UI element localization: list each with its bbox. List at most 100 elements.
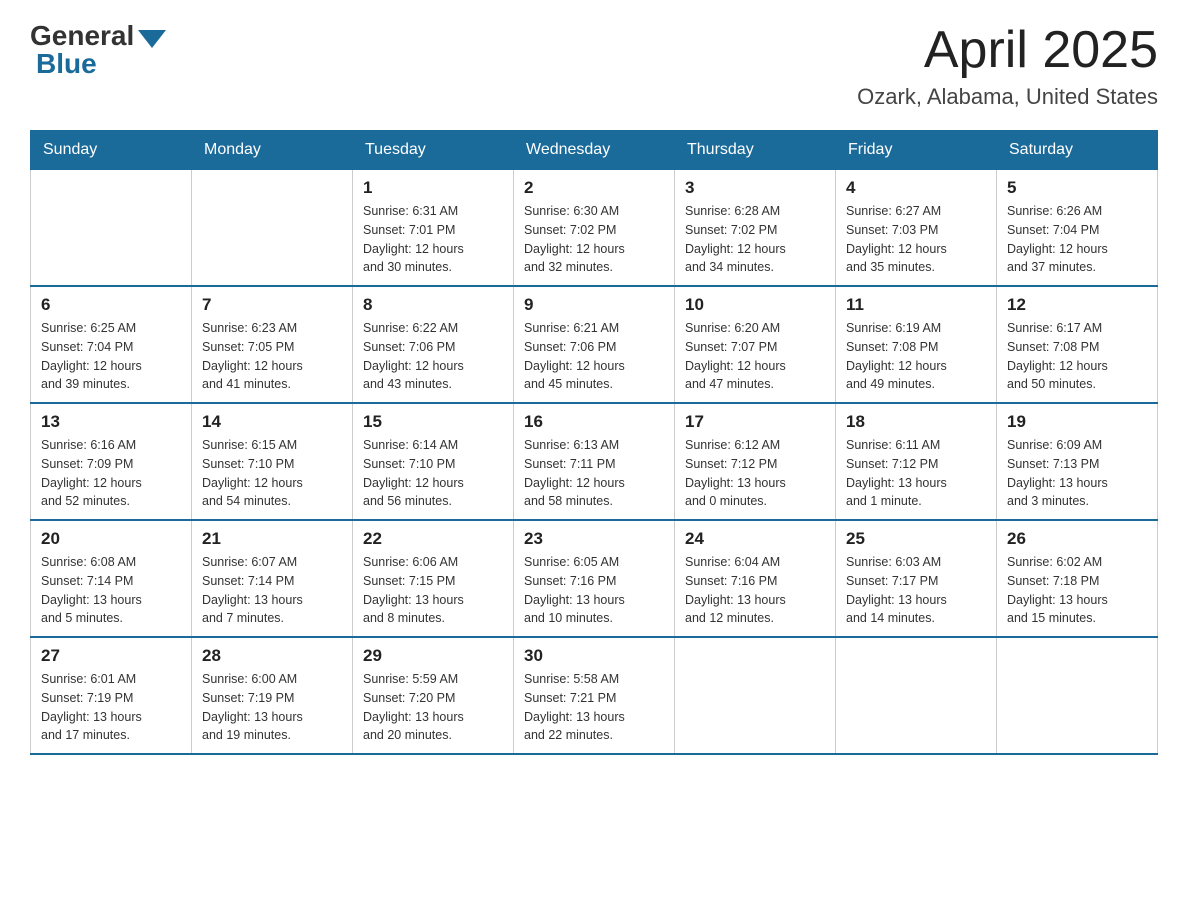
calendar-day-cell — [997, 637, 1158, 754]
calendar-day-cell: 5Sunrise: 6:26 AM Sunset: 7:04 PM Daylig… — [997, 170, 1158, 287]
day-number: 26 — [1007, 529, 1147, 549]
calendar-day-cell: 8 Sunrise: 6:22 AM Sunset: 7:06 PM Daylig… — [353, 286, 514, 403]
day-info: Sunrise: 6:06 AM Sunset: 7:15 PM Dayligh… — [363, 553, 503, 628]
calendar-day-cell: 24 Sunrise: 6:04 AM Sunset: 7:16 PM Dayli… — [675, 520, 836, 637]
day-of-week-header: Saturday — [997, 131, 1158, 170]
day-number: 2 — [524, 178, 664, 198]
day-number: 14 — [202, 412, 342, 432]
day-info: Sunrise: 5:59 AM Sunset: 7:20 PM Dayligh… — [363, 670, 503, 745]
calendar-day-cell: 15 Sunrise: 6:14 AM Sunset: 7:10 PM Dayli… — [353, 403, 514, 520]
day-info: Sunrise: 6:03 AM Sunset: 7:17 PM Dayligh… — [846, 553, 986, 628]
day-info: Sunrise: 6:30 AM Sunset: 7:02 PM Dayligh… — [524, 202, 664, 277]
calendar-day-cell — [31, 170, 192, 287]
day-info: Sunrise: 6:15 AM Sunset: 7:10 PM Dayligh… — [202, 436, 342, 511]
day-info: Sunrise: 6:02 AM Sunset: 7:18 PM Dayligh… — [1007, 553, 1147, 628]
calendar-day-cell: 6 Sunrise: 6:25 AM Sunset: 7:04 PM Daylig… — [31, 286, 192, 403]
day-info: Sunrise: 6:27 AM Sunset: 7:03 PM Dayligh… — [846, 202, 986, 277]
calendar-day-cell — [836, 637, 997, 754]
calendar-day-cell: 26 Sunrise: 6:02 AM Sunset: 7:18 PM Dayli… — [997, 520, 1158, 637]
day-number: 13 — [41, 412, 181, 432]
page-header: General Blue April 2025 Ozark, Alabama, … — [30, 20, 1158, 110]
day-number: 19 — [1007, 412, 1147, 432]
calendar-day-cell: 30 Sunrise: 5:58 AM Sunset: 7:21 PM Dayli… — [514, 637, 675, 754]
day-info: Sunrise: 6:05 AM Sunset: 7:16 PM Dayligh… — [524, 553, 664, 628]
day-number: 20 — [41, 529, 181, 549]
day-number: 30 — [524, 646, 664, 666]
calendar-day-cell: 19 Sunrise: 6:09 AM Sunset: 7:13 PM Dayli… — [997, 403, 1158, 520]
day-info: Sunrise: 6:17 AM Sunset: 7:08 PM Dayligh… — [1007, 319, 1147, 394]
day-info: Sunrise: 6:12 AM Sunset: 7:12 PM Dayligh… — [685, 436, 825, 511]
calendar-week-row: 6 Sunrise: 6:25 AM Sunset: 7:04 PM Daylig… — [31, 286, 1158, 403]
day-number: 21 — [202, 529, 342, 549]
day-number: 15 — [363, 412, 503, 432]
calendar-day-cell: 23Sunrise: 6:05 AM Sunset: 7:16 PM Dayli… — [514, 520, 675, 637]
day-number: 7 — [202, 295, 342, 315]
calendar-day-cell: 11Sunrise: 6:19 AM Sunset: 7:08 PM Dayli… — [836, 286, 997, 403]
day-number: 3 — [685, 178, 825, 198]
location-title: Ozark, Alabama, United States — [857, 84, 1158, 110]
day-info: Sunrise: 6:28 AM Sunset: 7:02 PM Dayligh… — [685, 202, 825, 277]
day-number: 25 — [846, 529, 986, 549]
day-number: 28 — [202, 646, 342, 666]
calendar-day-cell: 28 Sunrise: 6:00 AM Sunset: 7:19 PM Dayli… — [192, 637, 353, 754]
day-info: Sunrise: 6:20 AM Sunset: 7:07 PM Dayligh… — [685, 319, 825, 394]
day-info: Sunrise: 6:07 AM Sunset: 7:14 PM Dayligh… — [202, 553, 342, 628]
day-of-week-header: Sunday — [31, 131, 192, 170]
calendar-day-cell: 20 Sunrise: 6:08 AM Sunset: 7:14 PM Dayli… — [31, 520, 192, 637]
logo: General Blue — [30, 20, 166, 80]
day-number: 10 — [685, 295, 825, 315]
day-info: Sunrise: 6:14 AM Sunset: 7:10 PM Dayligh… — [363, 436, 503, 511]
day-number: 12 — [1007, 295, 1147, 315]
day-number: 11 — [846, 295, 986, 315]
day-info: Sunrise: 6:11 AM Sunset: 7:12 PM Dayligh… — [846, 436, 986, 511]
calendar-day-cell: 25 Sunrise: 6:03 AM Sunset: 7:17 PM Dayli… — [836, 520, 997, 637]
calendar-day-cell: 4 Sunrise: 6:27 AM Sunset: 7:03 PM Daylig… — [836, 170, 997, 287]
day-info: Sunrise: 6:01 AM Sunset: 7:19 PM Dayligh… — [41, 670, 181, 745]
calendar-week-row: 13 Sunrise: 6:16 AM Sunset: 7:09 PM Dayli… — [31, 403, 1158, 520]
day-number: 8 — [363, 295, 503, 315]
calendar-week-row: 1Sunrise: 6:31 AM Sunset: 7:01 PM Daylig… — [31, 170, 1158, 287]
day-number: 1 — [363, 178, 503, 198]
day-number: 22 — [363, 529, 503, 549]
day-number: 27 — [41, 646, 181, 666]
day-info: Sunrise: 6:09 AM Sunset: 7:13 PM Dayligh… — [1007, 436, 1147, 511]
day-number: 29 — [363, 646, 503, 666]
day-info: Sunrise: 6:26 AM Sunset: 7:04 PM Dayligh… — [1007, 202, 1147, 277]
calendar-week-row: 20 Sunrise: 6:08 AM Sunset: 7:14 PM Dayli… — [31, 520, 1158, 637]
day-info: Sunrise: 6:08 AM Sunset: 7:14 PM Dayligh… — [41, 553, 181, 628]
day-info: Sunrise: 6:21 AM Sunset: 7:06 PM Dayligh… — [524, 319, 664, 394]
calendar-day-cell: 22 Sunrise: 6:06 AM Sunset: 7:15 PM Dayli… — [353, 520, 514, 637]
title-block: April 2025 Ozark, Alabama, United States — [857, 20, 1158, 110]
day-number: 9 — [524, 295, 664, 315]
calendar-day-cell: 18Sunrise: 6:11 AM Sunset: 7:12 PM Dayli… — [836, 403, 997, 520]
calendar-day-cell: 10 Sunrise: 6:20 AM Sunset: 7:07 PM Dayli… — [675, 286, 836, 403]
logo-arrow-icon — [138, 30, 166, 48]
day-of-week-header: Tuesday — [353, 131, 514, 170]
day-info: Sunrise: 6:22 AM Sunset: 7:06 PM Dayligh… — [363, 319, 503, 394]
day-of-week-header: Thursday — [675, 131, 836, 170]
calendar-day-cell: 2 Sunrise: 6:30 AM Sunset: 7:02 PM Daylig… — [514, 170, 675, 287]
logo-blue-text: Blue — [36, 48, 97, 80]
calendar-day-cell: 12 Sunrise: 6:17 AM Sunset: 7:08 PM Dayli… — [997, 286, 1158, 403]
day-number: 6 — [41, 295, 181, 315]
calendar-header-row: SundayMondayTuesdayWednesdayThursdayFrid… — [31, 131, 1158, 170]
day-info: Sunrise: 6:04 AM Sunset: 7:16 PM Dayligh… — [685, 553, 825, 628]
day-info: Sunrise: 6:25 AM Sunset: 7:04 PM Dayligh… — [41, 319, 181, 394]
calendar-day-cell: 13 Sunrise: 6:16 AM Sunset: 7:09 PM Dayli… — [31, 403, 192, 520]
calendar-day-cell: 14 Sunrise: 6:15 AM Sunset: 7:10 PM Dayli… — [192, 403, 353, 520]
calendar-day-cell: 21 Sunrise: 6:07 AM Sunset: 7:14 PM Dayli… — [192, 520, 353, 637]
day-number: 4 — [846, 178, 986, 198]
calendar-day-cell: 3 Sunrise: 6:28 AM Sunset: 7:02 PM Daylig… — [675, 170, 836, 287]
calendar-week-row: 27 Sunrise: 6:01 AM Sunset: 7:19 PM Dayli… — [31, 637, 1158, 754]
calendar-table: SundayMondayTuesdayWednesdayThursdayFrid… — [30, 130, 1158, 755]
day-info: Sunrise: 5:58 AM Sunset: 7:21 PM Dayligh… — [524, 670, 664, 745]
day-info: Sunrise: 6:16 AM Sunset: 7:09 PM Dayligh… — [41, 436, 181, 511]
calendar-day-cell: 1Sunrise: 6:31 AM Sunset: 7:01 PM Daylig… — [353, 170, 514, 287]
day-of-week-header: Wednesday — [514, 131, 675, 170]
calendar-day-cell — [192, 170, 353, 287]
calendar-day-cell: 9 Sunrise: 6:21 AM Sunset: 7:06 PM Daylig… — [514, 286, 675, 403]
day-number: 24 — [685, 529, 825, 549]
calendar-day-cell: 27 Sunrise: 6:01 AM Sunset: 7:19 PM Dayli… — [31, 637, 192, 754]
day-info: Sunrise: 6:00 AM Sunset: 7:19 PM Dayligh… — [202, 670, 342, 745]
calendar-day-cell: 16Sunrise: 6:13 AM Sunset: 7:11 PM Dayli… — [514, 403, 675, 520]
